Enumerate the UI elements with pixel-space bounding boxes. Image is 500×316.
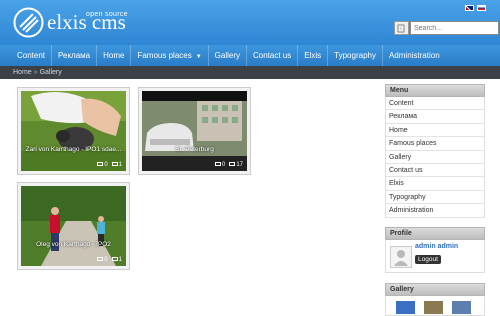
gallery-item[interactable]: Oleg von Karthago - IPO2 0 1 xyxy=(17,182,130,270)
images-icon xyxy=(97,162,104,166)
images-count: 0 xyxy=(221,162,226,168)
document-icon xyxy=(397,24,405,32)
nav-item-administration[interactable]: Administration xyxy=(383,45,446,66)
search-input[interactable] xyxy=(410,21,499,35)
gallery-mini-thumb[interactable] xyxy=(396,300,415,314)
gallery-stats: 0 1 xyxy=(97,162,122,168)
profile-body: admin admin Logout xyxy=(385,239,485,273)
user-icon xyxy=(394,249,408,266)
flag-ru-icon[interactable] xyxy=(477,5,486,11)
gallery-item[interactable]: St.-Peterburg 0 17 xyxy=(138,87,251,175)
language-switcher xyxy=(465,5,486,11)
comments-icon xyxy=(229,162,236,166)
gallery-item[interactable]: Zari von Karrthago - IPO1 sdae... 0 1 xyxy=(17,87,130,175)
gallery-caption: Zari von Karrthago - IPO1 sdae... xyxy=(25,146,122,153)
gallery-box-body xyxy=(385,295,485,316)
images-icon xyxy=(214,162,221,166)
brand-name[interactable]: elxis cms xyxy=(47,10,126,34)
profile-box-title: Profile xyxy=(385,226,485,240)
nav-item-contact[interactable]: Contact us xyxy=(247,45,299,66)
main-nav: Content Реклама Home Famous places ▼ Gall… xyxy=(0,45,500,66)
sidebar-item-elxis[interactable]: Elxis xyxy=(385,177,485,191)
photo-people-path xyxy=(21,186,126,266)
nav-item-content[interactable]: Content xyxy=(11,45,53,66)
nav-item-typography[interactable]: Typography xyxy=(328,45,383,66)
sidebar-item-home[interactable]: Home xyxy=(385,123,485,138)
sidebar-item-typography[interactable]: Typography xyxy=(385,190,485,205)
gallery-mini-thumb[interactable] xyxy=(424,300,443,314)
comments-icon xyxy=(111,257,118,261)
gallery-box-title: Gallery xyxy=(385,282,485,296)
sidebar-item-ads[interactable]: Реклама xyxy=(385,110,485,124)
caret-down-icon: ▼ xyxy=(195,54,202,60)
menu-box-title: Menu xyxy=(385,84,485,97)
search-options-button[interactable] xyxy=(394,21,409,35)
nav-item-famous-places[interactable]: Famous places ▼ xyxy=(131,45,209,66)
sidebar-item-contact[interactable]: Contact us xyxy=(385,163,485,178)
comments-count: 1 xyxy=(118,257,122,263)
breadcrumb-home[interactable]: Home xyxy=(13,69,32,76)
logout-button[interactable]: Logout xyxy=(415,254,441,264)
gallery-mini-thumb[interactable] xyxy=(452,300,471,314)
comments-count: 1 xyxy=(118,162,122,168)
menu-box: Menu Content Реклама Home Famous places … xyxy=(385,84,485,218)
sidebar-item-famous-places[interactable]: Famous places xyxy=(385,137,485,151)
sidebar-item-administration[interactable]: Administration xyxy=(385,204,485,218)
gallery-stats: 0 17 xyxy=(214,162,243,168)
nav-item-label: Famous places xyxy=(137,51,192,60)
elxis-logo-icon[interactable] xyxy=(13,7,44,38)
gallery-caption: Oleg von Karthago - IPO2 xyxy=(36,241,111,248)
sidebar: Menu Content Реклама Home Famous places … xyxy=(385,84,485,316)
profile-box: Profile admin admin Logout xyxy=(385,226,485,273)
images-count: 0 xyxy=(104,162,108,168)
flag-en-icon[interactable] xyxy=(465,5,474,11)
nav-item-gallery[interactable]: Gallery xyxy=(209,45,248,66)
breadcrumb: Home» Gallery xyxy=(0,66,500,79)
nav-item-home[interactable]: Home xyxy=(97,45,132,66)
site-header: open source elxis cms xyxy=(0,0,500,45)
images-icon xyxy=(97,257,104,261)
nav-item-ads[interactable]: Реклама xyxy=(52,45,98,66)
gallery-photo[interactable]: St.-Peterburg 0 17 xyxy=(142,91,247,171)
nav-item-elxis[interactable]: Elxis xyxy=(298,45,329,66)
gallery-stats: 0 1 xyxy=(97,257,122,263)
photo-street-car xyxy=(142,91,247,171)
avatar[interactable] xyxy=(390,245,412,268)
breadcrumb-current: Gallery xyxy=(39,69,62,76)
images-count: 0 xyxy=(104,257,108,263)
profile-name[interactable]: admin admin xyxy=(415,243,458,250)
sidebar-item-gallery[interactable]: Gallery xyxy=(385,150,485,164)
breadcrumb-separator: » xyxy=(33,69,38,76)
gallery-box: Gallery xyxy=(385,282,485,316)
gallery-photo[interactable]: Zari von Karrthago - IPO1 sdae... 0 1 xyxy=(21,91,126,171)
sidebar-item-content[interactable]: Content xyxy=(385,97,485,111)
gallery-photo[interactable]: Oleg von Karthago - IPO2 0 1 xyxy=(21,186,126,266)
comments-icon xyxy=(111,162,118,166)
search-form xyxy=(394,21,499,35)
photo-dog-on-grass xyxy=(21,91,126,171)
comments-count: 17 xyxy=(236,162,243,168)
gallery-caption: St.-Peterburg xyxy=(175,146,214,153)
